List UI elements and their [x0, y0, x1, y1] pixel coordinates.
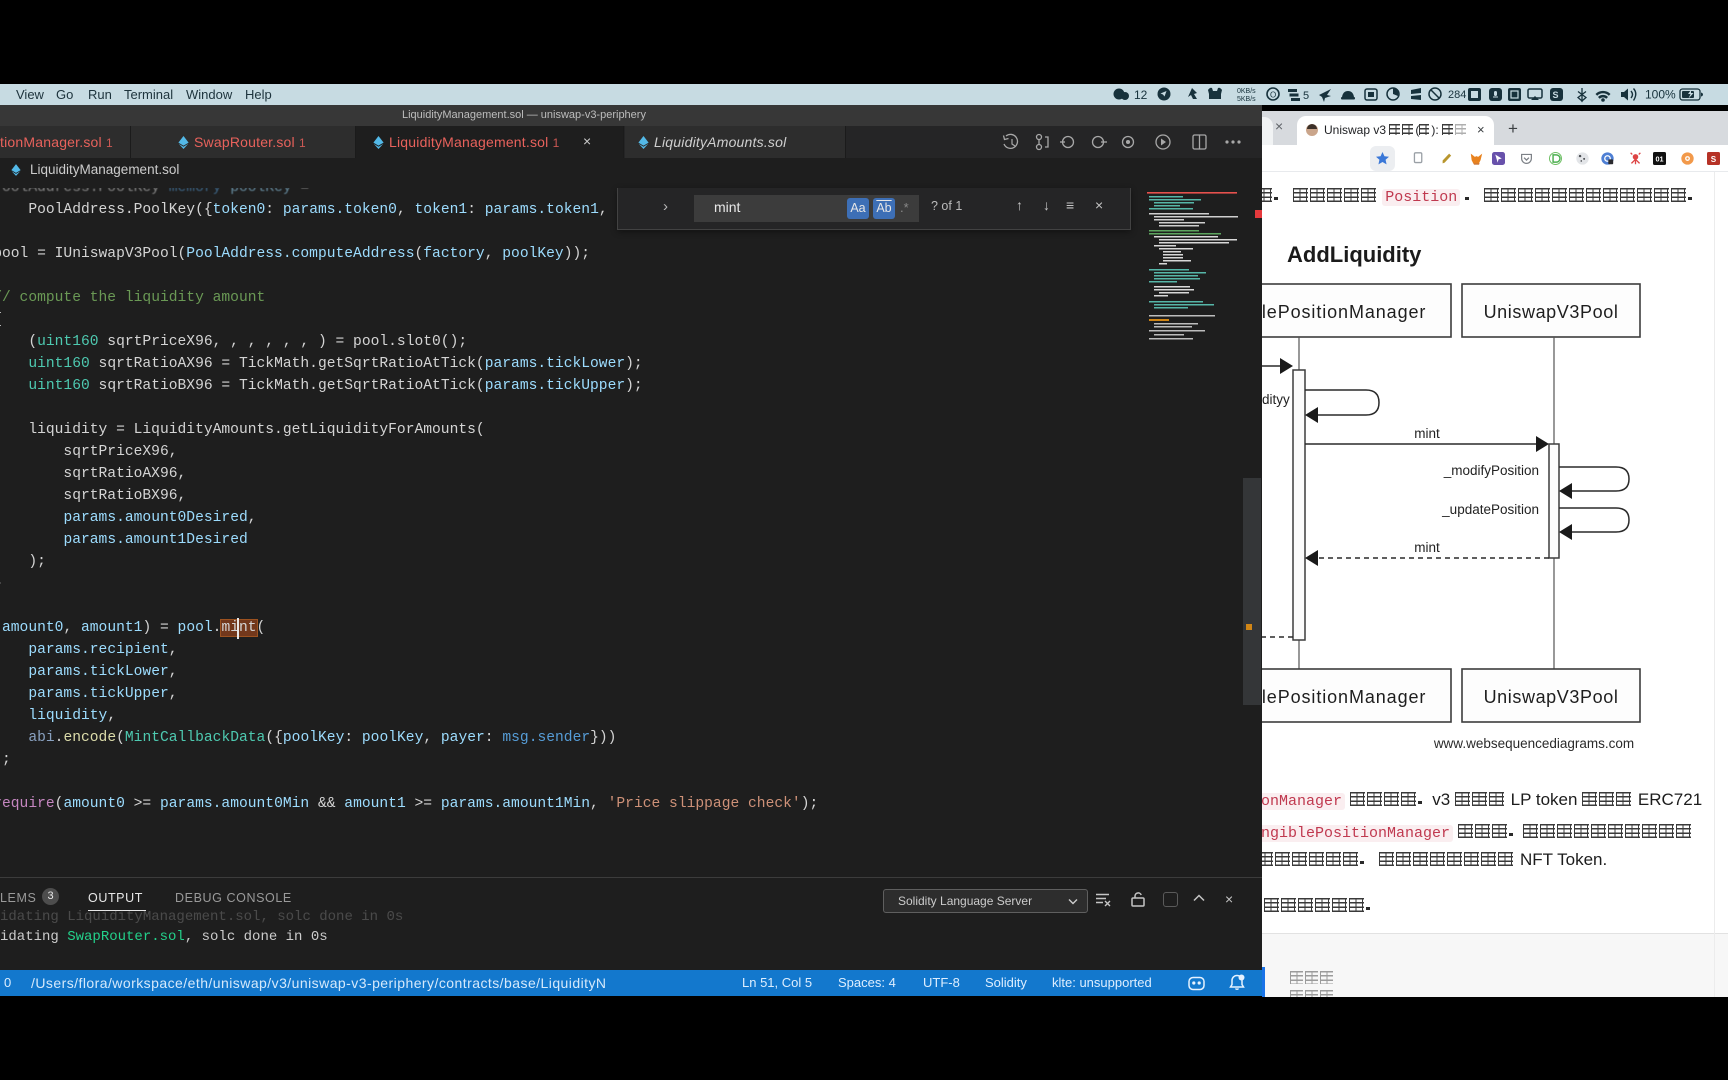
- svg-text:0KB/s: 0KB/s: [1237, 88, 1256, 95]
- svg-text:5: 5: [1303, 90, 1309, 102]
- svg-text:dityy: dityy: [1262, 392, 1290, 407]
- svg-text:284: 284: [1448, 89, 1466, 101]
- svg-text:100%: 100%: [1645, 88, 1676, 102]
- svg-text:O: O: [1270, 91, 1276, 100]
- svg-text:UniswapV3Pool: UniswapV3Pool: [1484, 687, 1619, 707]
- svg-text:_updatePosition: _updatePosition: [1441, 502, 1539, 517]
- svg-text:UniswapV3Pool: UniswapV3Pool: [1484, 302, 1619, 322]
- svg-text:mint: mint: [1414, 540, 1440, 555]
- svg-text:5KB/s: 5KB/s: [1237, 96, 1256, 103]
- svg-text:mint: mint: [1414, 426, 1440, 441]
- svg-text:12: 12: [1134, 88, 1148, 102]
- svg-text:S: S: [1553, 90, 1559, 100]
- svg-text:blePositionManager: blePositionManager: [1262, 302, 1426, 322]
- svg-text:www.websequencediagrams.com: www.websequencediagrams.com: [1433, 736, 1634, 751]
- svg-text:blePositionManager: blePositionManager: [1262, 687, 1426, 707]
- svg-text:_modifyPosition: _modifyPosition: [1443, 463, 1539, 478]
